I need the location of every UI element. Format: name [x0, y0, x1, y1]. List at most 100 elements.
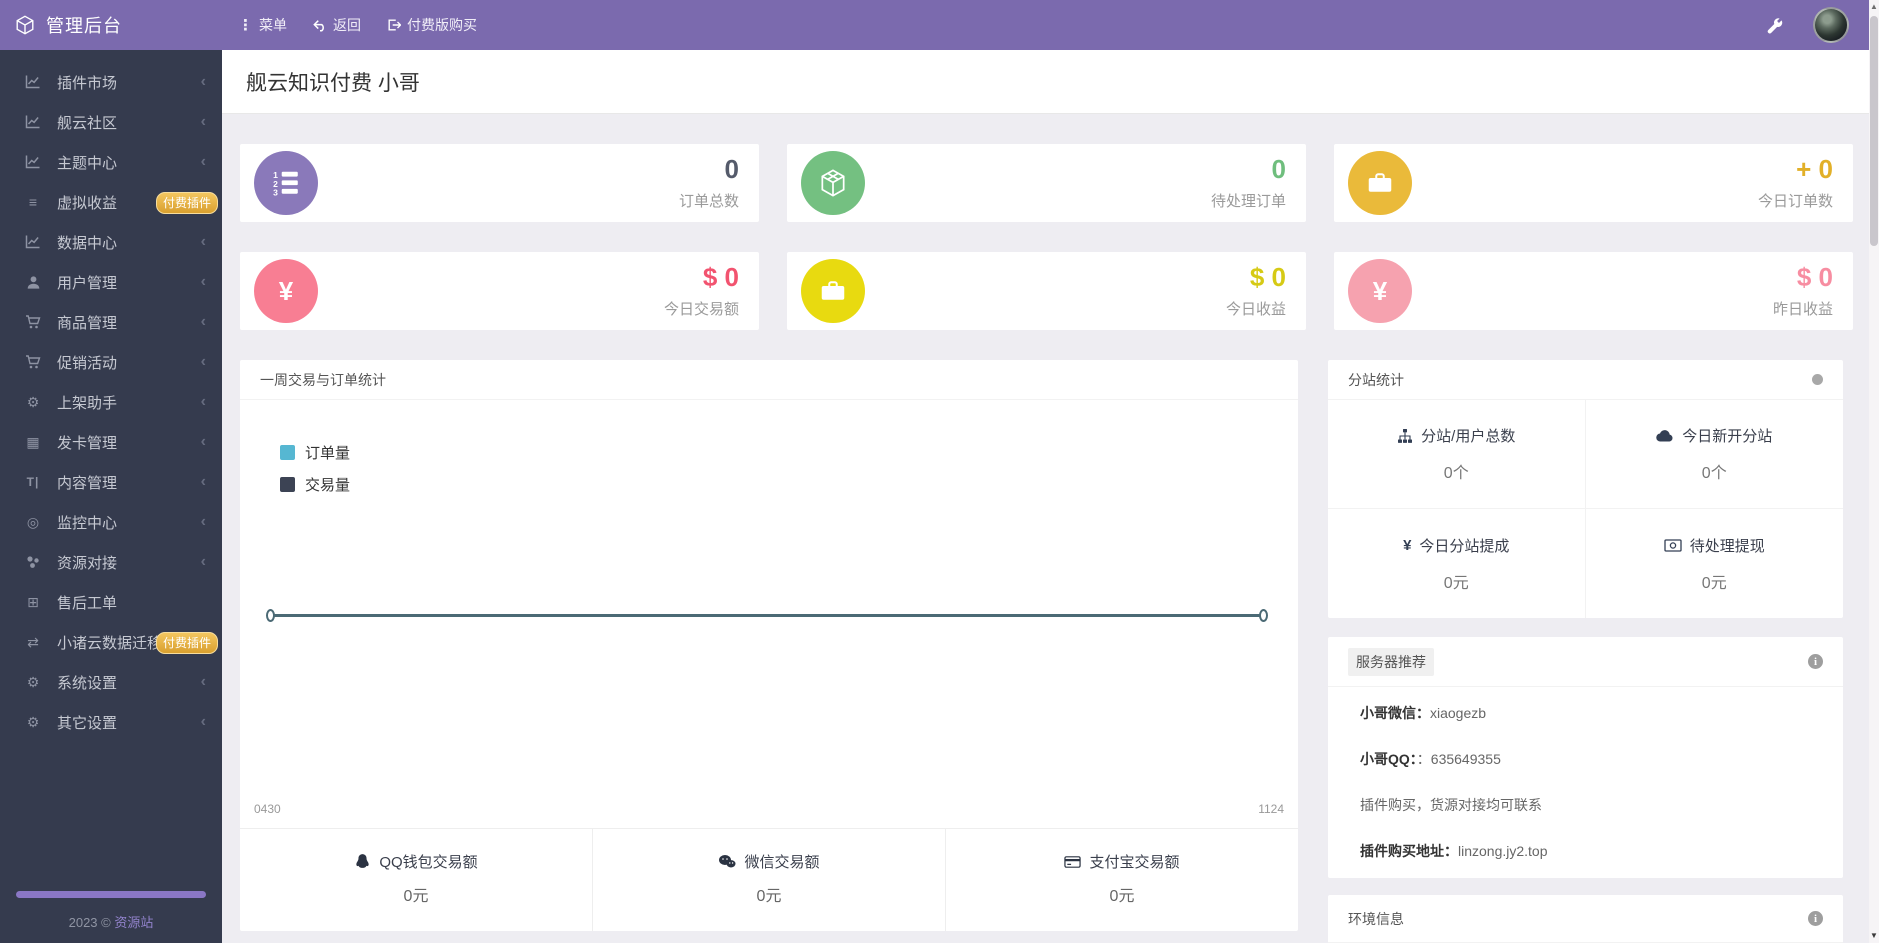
payment-value: 0元: [1109, 888, 1135, 905]
scroll-up-arrow-icon[interactable]: ▲: [1869, 0, 1879, 14]
stat-value: $ 0: [1249, 261, 1286, 292]
server-row-value: ：635649355: [1416, 751, 1501, 767]
server-panel-title: 服务器推荐: [1348, 647, 1434, 676]
app-brand[interactable]: 管理后台: [0, 12, 222, 38]
substation-cell-label: 分站/用户总数: [1421, 428, 1516, 445]
user-icon: [24, 275, 42, 290]
sidebar-item-listing-helper[interactable]: ⚙ 上架助手 ‹: [0, 382, 222, 422]
sidebar-item-label: 插件市场: [57, 74, 118, 92]
chevron-left-icon: ‹: [200, 513, 206, 530]
page-title: 舰云知识付费 小哥: [246, 71, 420, 95]
alipay-total: 支付宝交易额 0元: [945, 829, 1298, 931]
buy-label: 付费版购买: [407, 17, 477, 33]
sidebar-item-data-migration[interactable]: ⇄ 小诸云数据迁移 付费插件: [0, 622, 222, 662]
qq-wallet-total: QQ钱包交易额 0元: [240, 829, 592, 931]
datazoom-start-label: 0430: [254, 802, 281, 816]
wrench-icon[interactable]: [1766, 17, 1783, 34]
environment-panel-header: 环境信息 i: [1328, 895, 1843, 943]
chart-line-icon: [24, 114, 42, 130]
sidebar-item-community[interactable]: 舰云社区 ‹: [0, 102, 222, 142]
menu-button[interactable]: ⋮ 菜单: [238, 15, 287, 35]
list-ordered-icon: 123: [254, 151, 318, 215]
sidebar-item-label: 资源对接: [57, 554, 118, 572]
sidebar-item-label: 用户管理: [57, 274, 118, 292]
svg-text:3: 3: [273, 187, 278, 197]
sidebar-scroll-thumb[interactable]: [16, 891, 206, 898]
stat-card-total-orders: 123 0 订单总数: [240, 144, 759, 222]
legend-item-orders[interactable]: 订单量: [280, 442, 350, 463]
server-row-qq: 小哥QQ：：635649355: [1360, 749, 1821, 769]
info-icon[interactable]: i: [1808, 654, 1823, 669]
payment-totals: QQ钱包交易额 0元 微信交易额 0元 支付宝交易额 0元: [240, 828, 1298, 931]
sidebar-item-data-center[interactable]: 数据中心 ‹: [0, 222, 222, 262]
app-title: 管理后台: [46, 16, 122, 36]
legend-label: 交易量: [305, 477, 351, 494]
sidebar-item-content-management[interactable]: T| 内容管理 ‹: [0, 462, 222, 502]
server-row-value: linzong.jy2.top: [1458, 843, 1548, 859]
datazoom-track: [272, 614, 1262, 617]
legend-item-trades[interactable]: 交易量: [280, 474, 350, 495]
sidebar-item-resource-docking[interactable]: 资源对接 ‹: [0, 542, 222, 582]
stat-card-today-trade-amount: ¥ $ 0 今日交易额: [240, 252, 759, 330]
sidebar-item-user-management[interactable]: 用户管理 ‹: [0, 262, 222, 302]
chart-panel-header: 一周交易与订单统计: [240, 360, 1298, 400]
sidebar-item-other-settings[interactable]: ⚙ 其它设置 ‹: [0, 702, 222, 742]
server-row-label: 小哥微信：: [1360, 705, 1430, 721]
chevron-left-icon: ‹: [200, 273, 206, 290]
environment-info-panel: 环境信息 i: [1328, 895, 1843, 943]
scroll-down-arrow-icon[interactable]: ▼: [1869, 929, 1879, 943]
page-header: 舰云知识付费 小哥: [222, 50, 1879, 114]
payment-value: 0元: [756, 888, 782, 905]
info-icon[interactable]: i: [1808, 911, 1823, 926]
stat-card-pending-orders: 0 待处理订单: [787, 144, 1306, 222]
site-link[interactable]: 资源站: [114, 915, 153, 930]
chart-line-icon: [24, 234, 42, 250]
environment-title: 环境信息: [1348, 910, 1404, 927]
scrollbar-thumb[interactable]: [1870, 16, 1878, 246]
substation-cell-label: 待处理提现: [1689, 537, 1765, 555]
back-button[interactable]: 返回: [313, 15, 361, 35]
sidebar-item-label: 上架助手: [57, 394, 118, 412]
cart-icon: [24, 354, 42, 370]
transfer-icon: ⇄: [27, 633, 39, 650]
wechat-total: 微信交易额 0元: [592, 829, 945, 931]
datazoom-handle-left[interactable]: [266, 609, 275, 622]
sidebar-item-product-management[interactable]: 商品管理 ‹: [0, 302, 222, 342]
yen-icon: ¥: [254, 259, 318, 323]
cart-icon: [24, 314, 42, 330]
text-icon: T|: [26, 475, 40, 489]
sidebar-item-card-management[interactable]: ▦ 发卡管理 ‹: [0, 422, 222, 462]
chevron-left-icon: ‹: [200, 473, 206, 490]
briefcase-icon: [1348, 151, 1412, 215]
paid-plugin-badge: 付费插件: [155, 632, 218, 654]
user-avatar[interactable]: [1813, 7, 1849, 43]
topbar-nav: ⋮ 菜单 返回 付费版购买: [222, 15, 477, 35]
sidebar-item-monitor-center[interactable]: ◎ 监控中心 ‹: [0, 502, 222, 542]
sidebar-item-label: 舰云社区: [57, 114, 118, 132]
banknote-icon: [1664, 538, 1682, 552]
sidebar-item-label: 数据中心: [57, 234, 118, 252]
sidebar-item-virtual-income[interactable]: ≡ 虚拟收益 付费插件: [0, 182, 222, 222]
yen-icon: ¥: [1348, 259, 1412, 323]
stat-value: 0: [724, 153, 739, 184]
payment-label: QQ钱包交易额: [379, 854, 478, 871]
sidebar-item-label: 促销活动: [57, 354, 118, 372]
stat-label: 今日订单数: [1757, 192, 1833, 210]
chevron-left-icon: ‹: [200, 433, 206, 450]
gear-icon: ⚙: [26, 673, 40, 690]
wechat-icon: [718, 854, 736, 869]
sidebar-item-theme-center[interactable]: 主题中心 ‹: [0, 142, 222, 182]
sidebar-item-aftersale-tickets[interactable]: ⊞ 售后工单: [0, 582, 222, 622]
page-scrollbar: ▲ ▼: [1869, 0, 1879, 943]
sidebar-item-plugin-market[interactable]: 插件市场 ‹: [0, 62, 222, 102]
qq-penguin-icon: [354, 853, 371, 870]
plus-square-icon: ⊞: [27, 593, 39, 610]
sidebar-item-system-settings[interactable]: ⚙ 系统设置 ‹: [0, 662, 222, 702]
datazoom-handle-right[interactable]: [1259, 609, 1268, 622]
server-row-label: 小哥QQ：: [1360, 751, 1417, 767]
sidebar-item-promotions[interactable]: 促销活动 ‹: [0, 342, 222, 382]
chevron-left-icon: ‹: [200, 153, 206, 170]
server-panel-header: 服务器推荐 i: [1328, 637, 1843, 687]
paid-version-buy-button[interactable]: 付费版购买: [387, 15, 477, 35]
stat-label: 今日收益: [1225, 300, 1286, 318]
